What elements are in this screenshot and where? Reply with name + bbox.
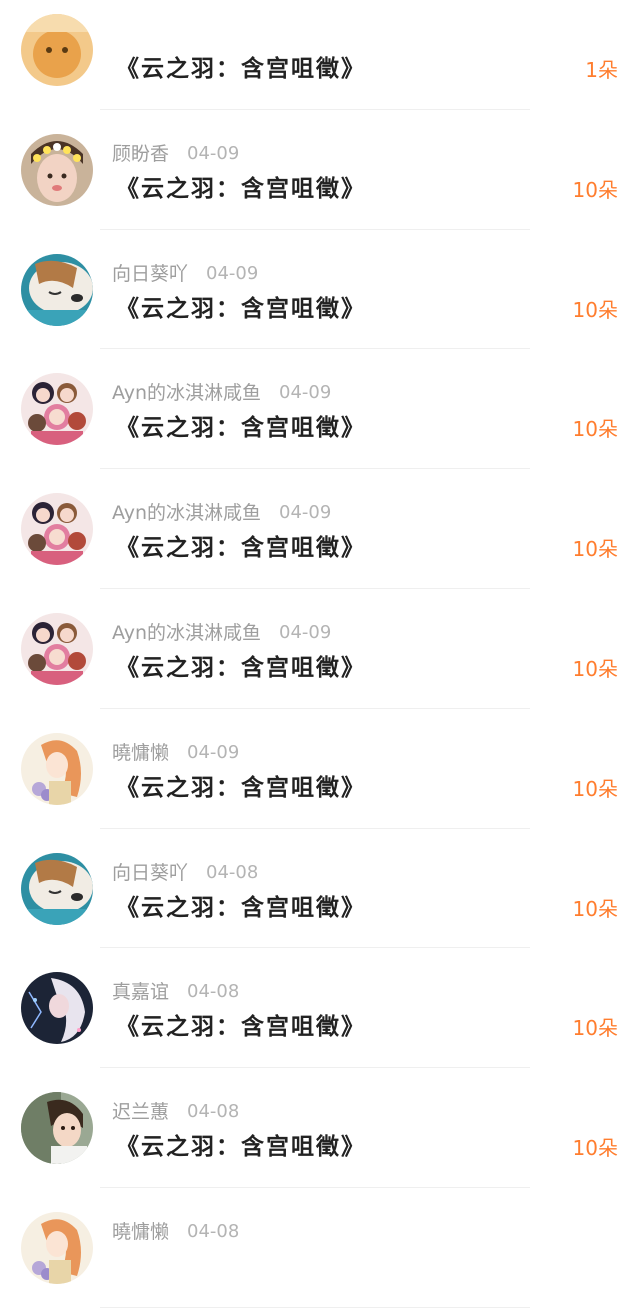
flower-count: 10朵 (572, 896, 618, 921)
list-item[interactable]: Ayn的冰淇淋咸鱼 04-09 《云之羽：含宫咀徵》 10朵 (0, 469, 640, 589)
user-name[interactable]: 曉慵懒 (112, 1220, 169, 1244)
user-name[interactable]: 真嘉谊 (112, 980, 169, 1004)
flower-count: 10朵 (572, 1016, 618, 1041)
avatar[interactable] (21, 972, 93, 1045)
book-title: 《云之羽：含宫咀徵》 (116, 654, 366, 681)
flower-count: 10朵 (572, 656, 618, 681)
avatar[interactable] (21, 14, 93, 86)
avatar[interactable] (21, 852, 93, 925)
list-item[interactable]: 《云之羽：含宫咀徵》 1朵 (0, 0, 640, 110)
book-title: 《云之羽：含宫咀徵》 (116, 535, 366, 562)
list-item[interactable]: 真嘉谊 04-08 《云之羽：含宫咀徵》 10朵 (0, 948, 640, 1069)
user-name[interactable]: 顾盼香 (112, 142, 169, 166)
list-item[interactable]: 向日葵吖 04-09 《云之羽：含宫咀徵》 10朵 (0, 230, 640, 350)
book-title: 《云之羽：含宫咀徵》 (116, 1014, 366, 1041)
flower-count: 10朵 (572, 177, 618, 202)
book-title: 《云之羽：含宫咀徵》 (116, 175, 366, 202)
list-item[interactable]: 曉慵懒 04-08 (0, 1188, 640, 1308)
list-item[interactable]: 迟兰蕙 04-08 《云之羽：含宫咀徵》 10朵 (0, 1068, 640, 1188)
date-label: 04-08 (187, 1101, 240, 1123)
list-item[interactable]: Ayn的冰淇淋咸鱼 04-09 《云之羽：含宫咀徵》 10朵 (0, 589, 640, 709)
avatar[interactable] (21, 612, 93, 685)
flower-count: 10朵 (572, 776, 618, 801)
list-item[interactable]: 曉慵懒 04-09 《云之羽：含宫咀徵》 10朵 (0, 709, 640, 829)
avatar[interactable] (21, 1092, 93, 1165)
avatar[interactable] (21, 373, 93, 446)
user-name[interactable]: 曉慵懒 (112, 741, 169, 765)
date-label: 04-09 (279, 621, 332, 643)
date-label: 04-09 (187, 142, 240, 164)
list-item[interactable]: 向日葵吖 04-08 《云之羽：含宫咀徵》 10朵 (0, 829, 640, 949)
book-title: 《云之羽：含宫咀徵》 (116, 56, 366, 82)
gift-records-list: 《云之羽：含宫咀徵》 1朵 顾盼香 04-09 《云之羽：含宫咀徵》 10朵 向日葵吖 0… (0, 0, 640, 1308)
date-label: 04-09 (279, 502, 332, 524)
avatar[interactable] (21, 732, 93, 805)
flower-count: 10朵 (572, 1136, 618, 1161)
user-name[interactable]: 迟兰蕙 (112, 1100, 169, 1124)
date-label: 04-08 (187, 981, 240, 1003)
date-label: 04-09 (187, 741, 240, 763)
flower-count: 10朵 (572, 537, 618, 562)
date-label: 04-09 (279, 382, 332, 404)
date-label: 04-08 (206, 861, 259, 883)
user-name[interactable]: Ayn的冰淇淋咸鱼 (112, 381, 261, 405)
book-title: 《云之羽：含宫咀徵》 (116, 415, 366, 442)
avatar[interactable] (21, 1211, 93, 1284)
book-title: 《云之羽：含宫咀徵》 (116, 894, 366, 921)
book-title: 《云之羽：含宫咀徵》 (116, 295, 366, 322)
date-label: 04-08 (187, 1220, 240, 1242)
book-title: 《云之羽：含宫咀徵》 (116, 1134, 366, 1161)
user-name[interactable]: Ayn的冰淇淋咸鱼 (112, 501, 261, 525)
user-name[interactable]: 向日葵吖 (112, 262, 188, 286)
flower-count: 1朵 (585, 58, 618, 82)
user-name[interactable]: 向日葵吖 (112, 861, 188, 885)
list-item[interactable]: 顾盼香 04-09 《云之羽：含宫咀徵》 10朵 (0, 110, 640, 230)
list-item[interactable]: Ayn的冰淇淋咸鱼 04-09 《云之羽：含宫咀徵》 10朵 (0, 349, 640, 470)
book-title: 《云之羽：含宫咀徵》 (116, 774, 366, 801)
user-name[interactable]: Ayn的冰淇淋咸鱼 (112, 621, 261, 645)
avatar[interactable] (21, 493, 93, 566)
avatar[interactable] (21, 253, 93, 326)
flower-count: 10朵 (572, 417, 618, 442)
avatar[interactable] (21, 133, 93, 206)
date-label: 04-09 (206, 262, 259, 284)
flower-count: 10朵 (572, 297, 618, 322)
